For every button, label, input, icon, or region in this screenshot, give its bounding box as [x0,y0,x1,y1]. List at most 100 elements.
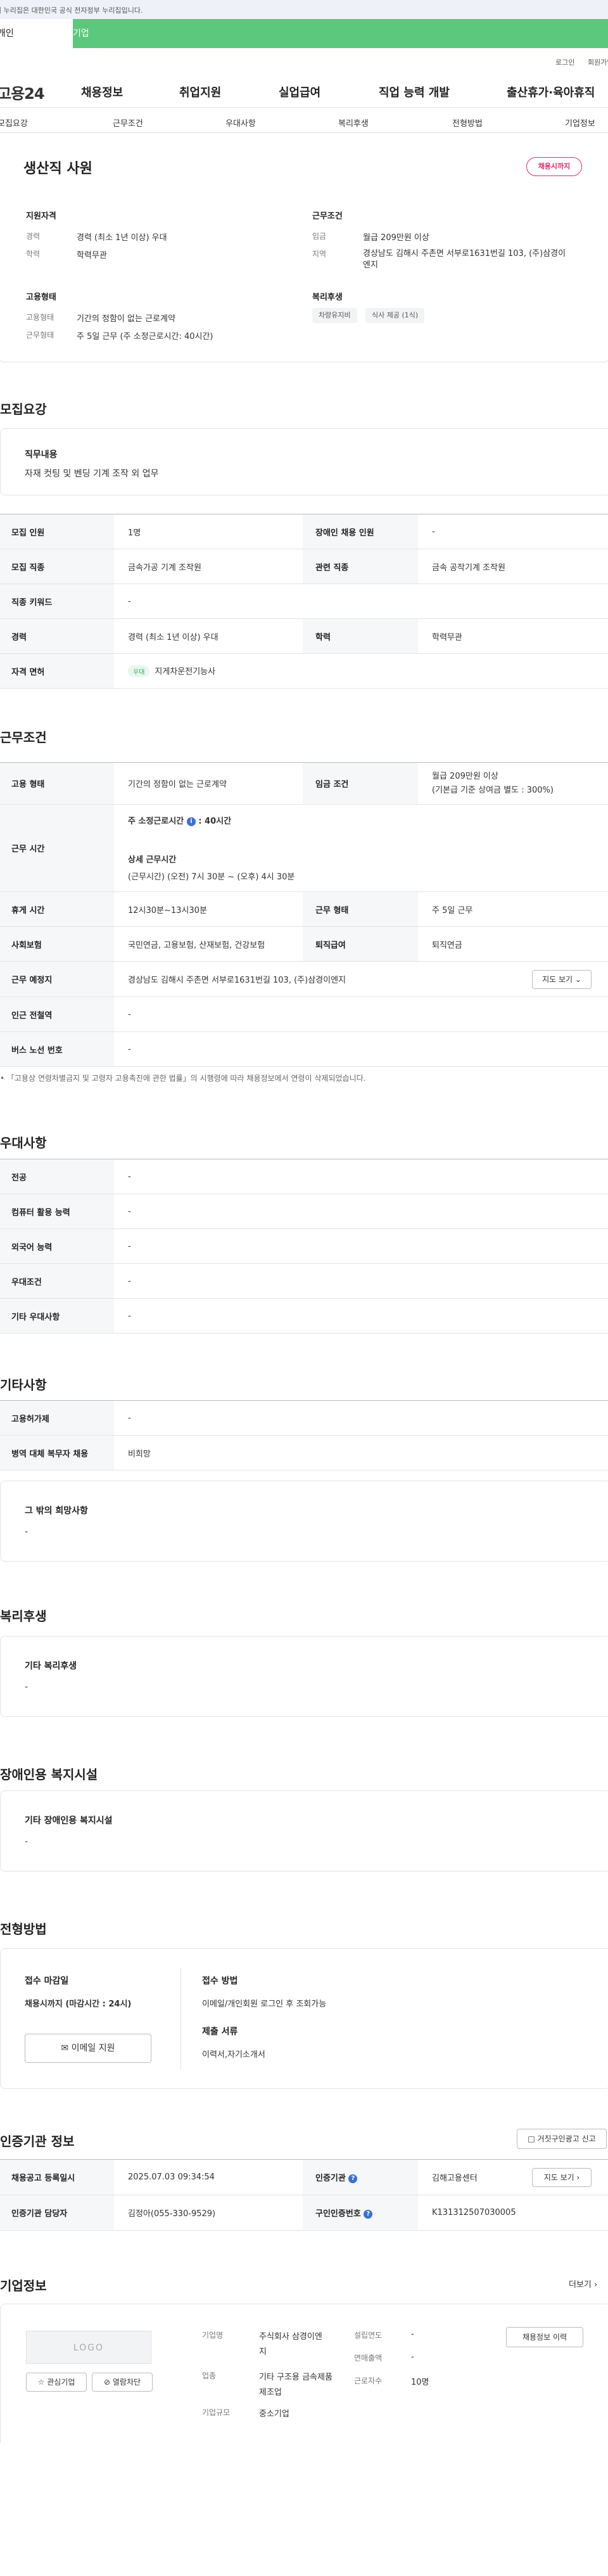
section-title-agency: 인증기관 정보 [0,2134,75,2149]
email-apply-label: 이메일 지원 [71,2043,115,2053]
work-location: 경상남도 김해시 주촌면 서부로1631번길 103, (주)삼경이엔지 [128,976,346,985]
cell-key: 임금 조건 [303,762,418,805]
cell-value: 1명 [114,514,303,549]
emp-key: 근무형태 [26,331,54,340]
cell-key: 경력 [0,618,114,654]
weekly-hours-label: 주 소정근로시간 [128,817,184,826]
deadline-badge: 채용시까지 [526,157,582,176]
cell-value: 퇴직연금 [418,926,608,962]
section-title-recruit: 모집요강 [0,402,47,417]
table-row: 휴게 시간 12시30분~13시30분 근무 형태 주 5일 근무 [0,891,608,927]
login-link[interactable]: 로그인 [555,57,574,67]
table-row: 채용공고 등록일시 2025.07.03 09:34:54 인증기관 ? 김해고… [0,2159,608,2195]
cell-value: - [114,1228,608,1264]
false-ad-report-button[interactable]: □ 거짓구인광고 신고 [517,2129,607,2149]
emp-key: 고용형태 [26,313,54,322]
duty-text: 자재 컷팅 및 벤딩 기계 조작 외 업무 [25,469,159,479]
nav-parental-leave[interactable]: 출산휴가·육아휴직 [507,84,595,100]
tab-company[interactable]: 기업 [73,19,146,48]
site-logo[interactable]: 고용24 [0,81,45,103]
anchor-recruit[interactable]: 모집요강 [0,117,28,129]
disabled-box-header: 기타 장애인용 복지시설 [25,1816,113,1826]
block-view-button[interactable]: ⊘ 열람차단 [92,2373,153,2392]
cell-key: 고용허가제 [0,1400,114,1436]
interest-company-button[interactable]: ☆ 관심기업 [26,2373,87,2392]
email-apply-button[interactable]: ✉ 이메일 지원 [25,2034,151,2063]
more-label: 더보기 [569,2280,592,2290]
table-row: 병역 대체 복무자 채용 비희망 [0,1435,608,1470]
nav-employment-support[interactable]: 취업지원 [179,84,221,100]
join-link[interactable]: 회원가입 [588,57,608,67]
cond-key: 지역 [312,250,327,258]
deadline-header: 접수 마감일 [25,1976,69,1986]
docs-value: 이력서,자기소개서 [202,2050,265,2060]
cell-key: 고용 형태 [0,762,114,805]
anchor-company[interactable]: 기업정보 [565,117,595,129]
cell-key: 인증기관 ? [303,2159,418,2195]
cell-value: 2025.07.03 09:34:54 [114,2159,303,2195]
cell-value: - [114,1263,608,1299]
map-view-button[interactable]: 지도 보기 ⌄ [532,970,592,989]
age-law-note-text: 「고용상 연령차별금지 및 고령자 고용촉진에 관한 법률」의 시행령에 따라 … [6,1074,366,1083]
section-title-welfare: 복리후생 [0,1609,47,1624]
preferred-tag: 우대 [128,665,150,677]
table-row: 컴퓨터 활용 능력 - [0,1194,608,1229]
agency-map-button[interactable]: 지도 보기 › [532,2168,592,2187]
qual-value: 학력무관 [77,251,107,260]
star-icon: ☆ [37,2378,45,2387]
age-law-note: • 「고용상 연령차별금지 및 고령자 고용촉진에 관한 법률」의 시행령에 따… [0,1074,366,1083]
section-title-work: 근무조건 [0,730,47,745]
info-icon[interactable]: ? [348,2174,358,2183]
section-title-pref: 우대사항 [0,1135,47,1151]
table-row: 버스 노선 번호 - [0,1031,608,1067]
info-icon[interactable]: i [186,817,196,826]
agency-label: 인증기관 [315,2174,346,2183]
welfare-chip: 식사 제공 (1식) [365,308,425,323]
work-table: 고용 형태 기간의 정함이 없는 근로계약 임금 조건 월급 209만원 이상 (… [0,762,608,1067]
table-row: 우대조건 - [0,1263,608,1299]
welfare-box-value: - [25,1682,28,1692]
qual-key: 경력 [26,232,41,241]
qualification-header: 지원자격 [26,212,56,221]
deadline-value: 채용시까지 (마감시간 : 24시) [25,1999,132,2009]
tab-individual[interactable]: 개인 [0,19,73,48]
cond-key: 임금 [312,232,327,241]
table-row: 외국어 능력 - [0,1228,608,1264]
table-row: 경력 경력 (최소 1년 이상) 우대 학력 학력무관 [0,618,608,654]
welfare-box: 기타 복리후생 - [0,1636,608,1717]
anchor-pref[interactable]: 우대사항 [225,117,256,129]
anchor-work[interactable]: 근무조건 [113,117,143,129]
job-summary-card: 생산직 사원 채용시까지 지원자격 경력 경력 (최소 1년 이상) 우대 학력… [0,152,608,362]
company-value: 중소기업 [259,2409,289,2419]
docs-header: 제출 서류 [202,2027,238,2037]
job-history-button[interactable]: 채용정보 이력 [506,2327,583,2347]
anchor-welfare[interactable]: 복리후생 [338,117,369,129]
qual-value: 경력 (최소 1년 이상) 우대 [77,233,167,243]
info-icon[interactable]: ? [364,2209,373,2219]
report-icon: □ [528,2134,535,2143]
cell-value: 김해고용센터 지도 보기 › [418,2159,608,2195]
gov-banner: 이 누리집은 대한민국 공식 전자정부 누리집입니다. [0,0,608,19]
company-key: 기업명 [202,2331,224,2340]
cell-key: 채용공고 등록일시 [0,2159,114,2195]
map-button-label: 지도 보기 [543,2173,574,2182]
method-value: 이메일/개인회원 로그인 후 조회가능 [202,1999,327,2009]
global-nav: 고용24 채용정보 취업지원 실업급여 직업 능력 개발 출산휴가·육아휴직 [0,67,608,108]
company-key: 연매출액 [354,2354,383,2362]
table-row: 사회보험 국민연금, 고용보험, 산재보험, 건강보험 퇴직급여 퇴직연금 [0,926,608,962]
anchor-process[interactable]: 전형방법 [452,117,483,129]
cell-key: 휴게 시간 [0,891,114,927]
cell-value: - [114,1159,608,1194]
company-key: 근로자수 [354,2376,383,2385]
nav-skill-development[interactable]: 직업 능력 개발 [379,84,450,100]
divider [180,1968,181,2069]
welfare-box-header: 기타 복리후생 [25,1661,77,1671]
job-title: 생산직 사원 [23,161,92,177]
block-label: 열람차단 [112,2378,141,2387]
cell-value: 주 5일 근무 [418,891,608,927]
nav-unemployment-benefit[interactable]: 실업급여 [279,84,320,100]
company-value: - [411,2330,414,2339]
company-more-link[interactable]: 더보기 › [569,2278,597,2290]
nav-jobs[interactable]: 채용정보 [81,84,123,100]
detail-hours-label: 상세 근무시간 [128,855,177,865]
